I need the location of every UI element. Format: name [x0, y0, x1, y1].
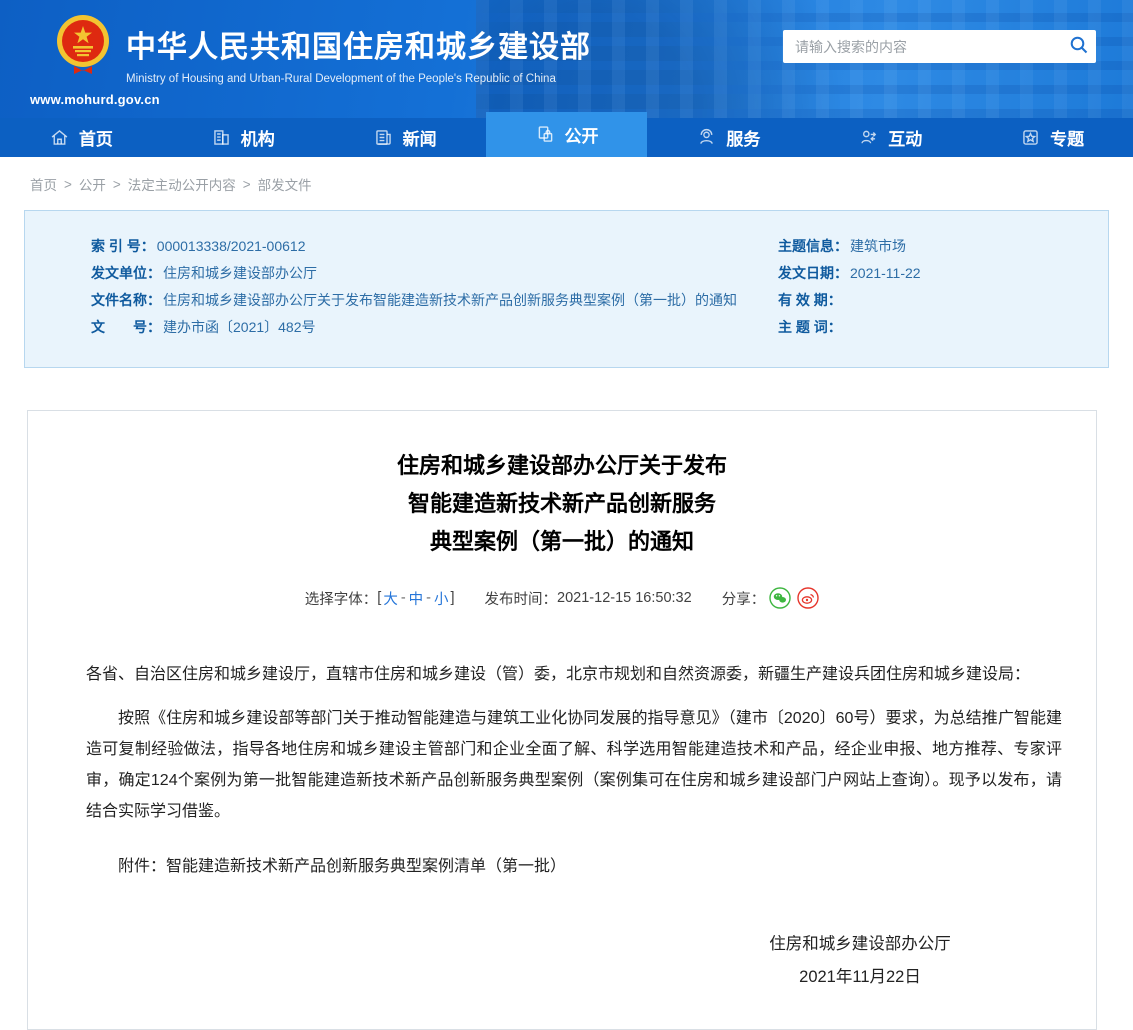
info-column-left: 索 引 号： 000013338/2021-00612 发文单位： 住房和城乡建…	[25, 237, 778, 367]
nav-label: 互动	[888, 125, 922, 150]
font-selector-dash: -	[425, 590, 432, 606]
breadcrumb-separator: >	[243, 177, 251, 192]
info-label: 发文日期：	[778, 264, 848, 282]
info-value: 住房和城乡建设部办公厅	[163, 264, 317, 282]
font-selector-bracket: ]	[451, 590, 455, 606]
document-title: 住房和城乡建设部办公厅关于发布 智能建造新技术新产品创新服务 典型案例（第一批）…	[28, 447, 1096, 561]
signature-date: 2021年11月22日	[710, 961, 1010, 994]
document-meta-row: 选择字体： [ 大 - 中 - 小 ] 发布时间： 2021-12-15 16:…	[28, 587, 1096, 609]
breadcrumb-ministry-documents[interactable]: 部发文件	[258, 174, 312, 194]
paragraph-salutation: 各省、自治区住房和城乡建设厅，直辖市住房和城乡建设（管）委，北京市规划和自然资源…	[86, 659, 1062, 690]
search-input[interactable]	[783, 39, 1062, 55]
info-label: 索 引 号：	[91, 237, 155, 255]
paragraph-main: 按照《住房和城乡建设部等部门关于推动智能建造与建筑工业化协同发展的指导意见》（建…	[86, 703, 1062, 827]
font-selector-dash: -	[400, 590, 407, 606]
info-column-right: 主题信息： 建筑市场 发文日期： 2021-11-22 有 效 期： 主 题 词…	[778, 237, 1108, 367]
wechat-icon[interactable]	[769, 587, 791, 609]
document-content-box: 住房和城乡建设部办公厅关于发布 智能建造新技术新产品创新服务 典型案例（第一批）…	[27, 410, 1097, 1030]
nav-item-news[interactable]: 新闻	[324, 118, 486, 157]
main-nav: 首页 机构 新闻 公开	[0, 112, 1133, 157]
nav-item-organization[interactable]: 机构	[162, 118, 324, 157]
info-row-index-number: 索 引 号： 000013338/2021-00612	[91, 237, 778, 255]
publish-time-label: 发布时间：	[485, 588, 558, 609]
organization-icon	[211, 127, 232, 148]
service-icon	[696, 127, 717, 148]
national-emblem-logo	[56, 14, 110, 76]
info-value: 住房和城乡建设部办公厅关于发布智能建造新技术新产品创新服务典型案例（第一批）的通…	[163, 291, 737, 309]
share-group: 分享：	[722, 587, 820, 609]
document-info-box: 索 引 号： 000013338/2021-00612 发文单位： 住房和城乡建…	[24, 210, 1109, 368]
breadcrumb-home[interactable]: 首页	[30, 174, 57, 194]
info-row-topic-info: 主题信息： 建筑市场	[778, 237, 1108, 255]
info-value: 建筑市场	[850, 237, 906, 255]
document-title-line: 典型案例（第一批）的通知	[28, 523, 1096, 561]
breadcrumb-separator: >	[113, 177, 121, 192]
magnifier-icon	[1069, 35, 1089, 58]
info-row-document-number: 文 号： 建办市函〔2021〕482号	[91, 318, 778, 336]
info-label: 主 题 词：	[778, 318, 842, 336]
font-size-medium-link[interactable]: 中	[407, 588, 426, 609]
site-title: 中华人民共和国住房和城乡建设部 Ministry of Housing and …	[126, 22, 591, 85]
info-row-validity: 有 效 期：	[778, 291, 1108, 309]
breadcrumb-separator: >	[64, 177, 72, 192]
breadcrumb: 首页 > 公开 > 法定主动公开内容 > 部发文件	[30, 174, 312, 194]
search-button[interactable]	[1062, 30, 1096, 63]
breadcrumb-statutory-content[interactable]: 法定主动公开内容	[128, 174, 236, 194]
document-title-line: 住房和城乡建设部办公厅关于发布	[28, 447, 1096, 485]
info-label: 发文单位：	[91, 264, 161, 282]
publish-time-value: 2021-12-15 16:50:32	[557, 590, 692, 606]
breadcrumb-disclosure[interactable]: 公开	[79, 174, 106, 194]
nav-label: 新闻	[403, 125, 437, 150]
info-row-issue-date: 发文日期： 2021-11-22	[778, 264, 1108, 282]
font-size-large-link[interactable]: 大	[381, 588, 400, 609]
site-url: www.mohurd.gov.cn	[30, 92, 160, 107]
font-selector-label: 选择字体：	[305, 588, 378, 609]
share-label: 分享：	[722, 588, 766, 609]
font-size-small-link[interactable]: 小	[432, 588, 451, 609]
search-bar	[783, 30, 1096, 63]
info-value: 000013338/2021-00612	[157, 237, 306, 255]
topic-icon	[1020, 127, 1041, 148]
nav-label: 专题	[1050, 125, 1084, 150]
weibo-icon[interactable]	[797, 587, 819, 609]
nav-item-service[interactable]: 服务	[647, 118, 809, 157]
site-title-english: Ministry of Housing and Urban-Rural Deve…	[126, 73, 591, 85]
nav-item-disclosure[interactable]: 公开	[486, 112, 648, 157]
site-title-chinese: 中华人民共和国住房和城乡建设部	[126, 22, 591, 66]
nav-item-home[interactable]: 首页	[0, 118, 162, 157]
publish-time: 发布时间： 2021-12-15 16:50:32	[485, 588, 692, 609]
site-header: www.mohurd.gov.cn 中华人民共和国住房和城乡建设部 Minist…	[0, 0, 1133, 118]
info-row-issuing-unit: 发文单位： 住房和城乡建设部办公厅	[91, 264, 778, 282]
nav-item-topic[interactable]: 专题	[971, 118, 1133, 157]
news-icon	[373, 127, 394, 148]
info-label: 主题信息：	[778, 237, 848, 255]
nav-label: 公开	[565, 122, 599, 147]
font-size-selector: 选择字体： [ 大 - 中 - 小 ]	[305, 588, 455, 609]
info-row-keywords: 主 题 词：	[778, 318, 1108, 336]
disclosure-icon	[535, 124, 556, 145]
info-label: 文件名称：	[91, 291, 161, 309]
nav-label: 首页	[79, 125, 113, 150]
attachment-line: 附件：智能建造新技术新产品创新服务典型案例清单（第一批）	[86, 851, 1062, 882]
document-body: 各省、自治区住房和城乡建设厅，直辖市住房和城乡建设（管）委，北京市规划和自然资源…	[86, 659, 1062, 882]
nav-label: 服务	[726, 125, 760, 150]
nav-item-interaction[interactable]: 互动	[809, 118, 971, 157]
interaction-icon	[858, 127, 879, 148]
signature-block: 住房和城乡建设部办公厅 2021年11月22日	[710, 928, 1010, 994]
info-label: 有 效 期：	[778, 291, 842, 309]
info-value: 2021-11-22	[850, 264, 921, 282]
info-label: 文 号：	[91, 318, 161, 336]
info-row-file-name: 文件名称： 住房和城乡建设部办公厅关于发布智能建造新技术新产品创新服务典型案例（…	[91, 291, 778, 309]
document-title-line: 智能建造新技术新产品创新服务	[28, 485, 1096, 523]
nav-label: 机构	[241, 125, 275, 150]
info-value: 建办市函〔2021〕482号	[163, 318, 316, 336]
signature-office: 住房和城乡建设部办公厅	[710, 928, 1010, 961]
home-icon	[49, 127, 70, 148]
